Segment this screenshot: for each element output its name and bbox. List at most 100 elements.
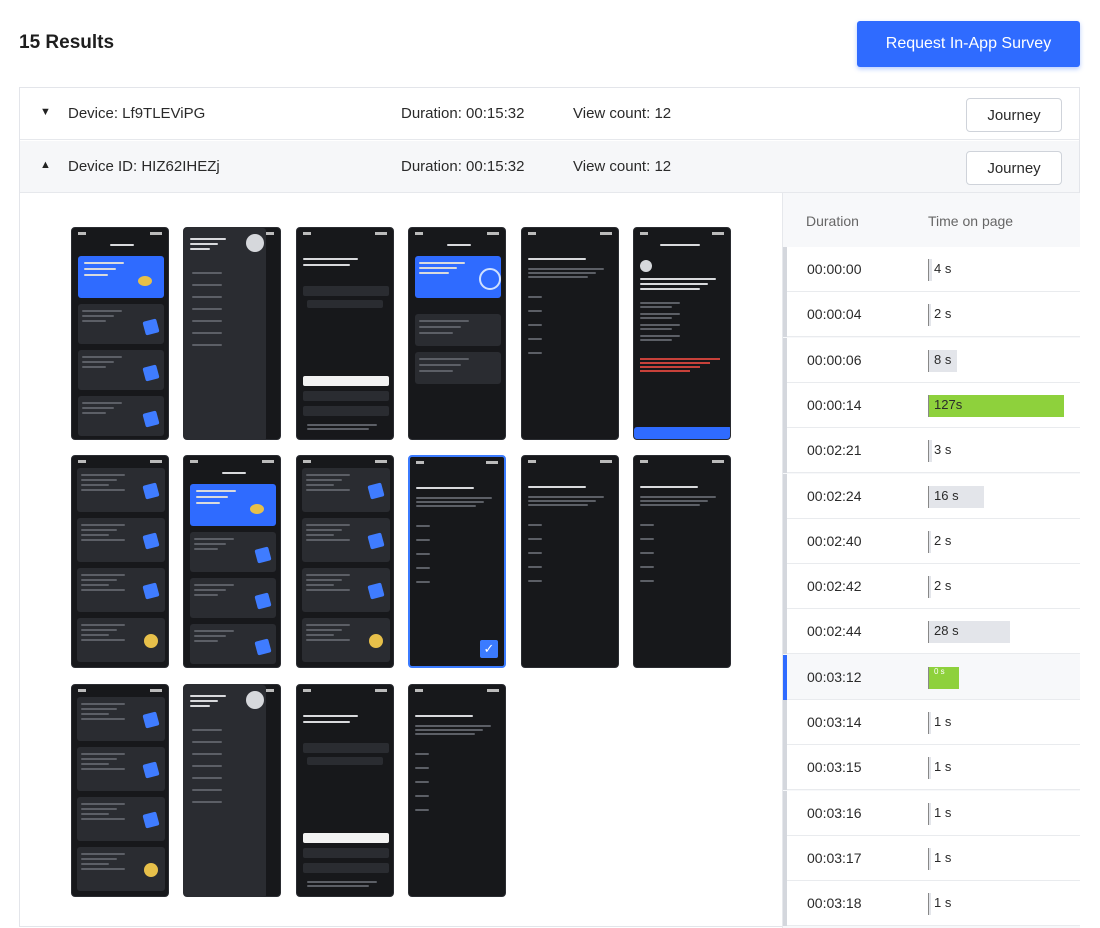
text-placeholder	[447, 244, 471, 246]
side-menu	[184, 685, 266, 896]
text-placeholder	[640, 504, 700, 506]
warning-text	[640, 366, 700, 368]
screenshot-thumbnail[interactable]	[521, 227, 619, 440]
timeline-row-marker	[783, 337, 787, 383]
text-placeholder	[81, 863, 109, 865]
timeline-row[interactable]: 00:03:12 0 s	[783, 654, 1080, 700]
text-placeholder	[419, 364, 461, 366]
text-placeholder	[82, 361, 114, 363]
status-bar	[640, 231, 724, 238]
journey-button[interactable]: Journey	[966, 98, 1062, 132]
text-placeholder	[419, 262, 465, 264]
time-on-page-value: 1 s	[934, 714, 952, 729]
text-placeholder	[82, 366, 106, 368]
text-placeholder	[415, 729, 483, 731]
text-placeholder	[415, 753, 429, 755]
text-placeholder	[415, 781, 429, 783]
text-placeholder	[194, 630, 234, 632]
text-placeholder	[640, 324, 680, 326]
timeline-row[interactable]: 00:02:24 16 s	[783, 473, 1080, 519]
screenshot-thumbnail[interactable]	[71, 227, 169, 440]
text-placeholder	[528, 310, 542, 312]
timeline-row[interactable]: 00:02:40 2 s	[783, 518, 1080, 564]
chevron-down-icon[interactable]: ▼	[40, 106, 51, 118]
text-placeholder	[196, 490, 236, 492]
screenshot-thumbnail[interactable]	[71, 455, 169, 668]
screenshot-thumbnail[interactable]	[183, 684, 281, 897]
column-time-on-page: Time on page	[928, 213, 1014, 229]
timeline-row[interactable]: 00:02:21 3 s	[783, 428, 1080, 474]
screenshot-thumbnail[interactable]	[521, 455, 619, 668]
text-placeholder	[192, 332, 222, 334]
chevron-up-icon[interactable]: ▲	[40, 159, 51, 171]
device-row-collapsed[interactable]: ▼ Device: Lf9TLEViPG Duration: 00:15:32 …	[20, 88, 1079, 140]
timeline-row[interactable]: 00:03:17 1 s	[783, 835, 1080, 881]
text-placeholder	[190, 238, 226, 240]
progress-ring	[479, 268, 501, 290]
text-placeholder	[81, 703, 125, 705]
timeline-row-marker	[783, 700, 787, 745]
text-placeholder	[306, 534, 334, 536]
timeline-row-marker	[783, 654, 787, 700]
text-placeholder	[82, 412, 106, 414]
text-placeholder	[82, 310, 122, 312]
timeline-row[interactable]: 00:00:00 4 s	[783, 247, 1080, 292]
time-on-page-value: 4 s	[934, 261, 952, 276]
timeline-row-marker	[783, 428, 787, 474]
text-placeholder	[190, 248, 210, 250]
timeline-row[interactable]: 00:03:15 1 s	[783, 745, 1080, 791]
text-placeholder	[82, 320, 106, 322]
text-placeholder	[82, 407, 114, 409]
text-placeholder	[416, 505, 476, 507]
text-placeholder	[303, 264, 350, 266]
text-placeholder	[640, 524, 654, 526]
survey-card	[415, 314, 501, 346]
text-placeholder	[306, 474, 350, 476]
screenshot-thumbnail[interactable]	[296, 455, 394, 668]
screenshot-thumbnail[interactable]	[183, 455, 281, 668]
text-placeholder	[194, 640, 218, 642]
timeline-row[interactable]: 00:00:04 2 s	[783, 292, 1080, 338]
timeline-row[interactable]: 00:03:18 1 s	[783, 881, 1080, 927]
device-row-expanded[interactable]: ▲ Device ID: HIZ62IHEZj Duration: 00:15:…	[20, 141, 1079, 193]
email-login-button	[303, 376, 389, 386]
text-placeholder	[192, 284, 222, 286]
screenshot-thumbnail[interactable]	[71, 684, 169, 897]
text-placeholder	[307, 881, 377, 883]
timeline-row[interactable]: 00:03:16 1 s	[783, 790, 1080, 836]
text-placeholder	[81, 534, 109, 536]
screenshot-thumbnail[interactable]: ✓	[408, 455, 506, 668]
text-placeholder	[528, 500, 596, 502]
screenshot-thumbnail[interactable]	[408, 227, 506, 440]
text-placeholder	[528, 272, 596, 274]
timeline-time: 00:00:14	[807, 396, 862, 413]
results-count: 15 Results	[19, 32, 115, 53]
timeline-time: 00:03:15	[807, 759, 862, 776]
timeline-row[interactable]: 00:02:42 2 s	[783, 564, 1080, 610]
text-placeholder	[81, 529, 117, 531]
text-placeholder	[528, 580, 542, 582]
text-placeholder	[82, 315, 114, 317]
timeline-row[interactable]: 00:03:14 1 s	[783, 700, 1080, 745]
request-survey-button[interactable]: Request In-App Survey	[857, 21, 1080, 67]
timeline-row[interactable]: 00:02:44 28 s	[783, 609, 1080, 655]
text-placeholder	[306, 574, 350, 576]
text-placeholder	[528, 496, 604, 498]
journey-button[interactable]: Journey	[966, 151, 1062, 185]
screenshot-thumbnail[interactable]	[633, 227, 731, 440]
text-placeholder	[415, 767, 429, 769]
status-bar	[303, 231, 387, 238]
device-label: Device: Lf9TLEViPG	[68, 105, 206, 122]
screenshot-thumbnail[interactable]	[183, 227, 281, 440]
time-on-page-value: 1 s	[934, 804, 952, 820]
text-placeholder	[192, 344, 222, 346]
text-placeholder	[192, 729, 222, 731]
screenshot-thumbnail[interactable]	[296, 227, 394, 440]
screenshot-thumbnail[interactable]	[633, 455, 731, 668]
screenshot-thumbnail[interactable]	[408, 684, 506, 897]
timeline-row[interactable]: 00:00:14 127s	[783, 382, 1080, 428]
text-placeholder	[528, 552, 542, 554]
shield-icon	[369, 634, 383, 648]
timeline-row[interactable]: 00:00:06 8 s	[783, 337, 1080, 383]
screenshot-thumbnail[interactable]	[296, 684, 394, 897]
